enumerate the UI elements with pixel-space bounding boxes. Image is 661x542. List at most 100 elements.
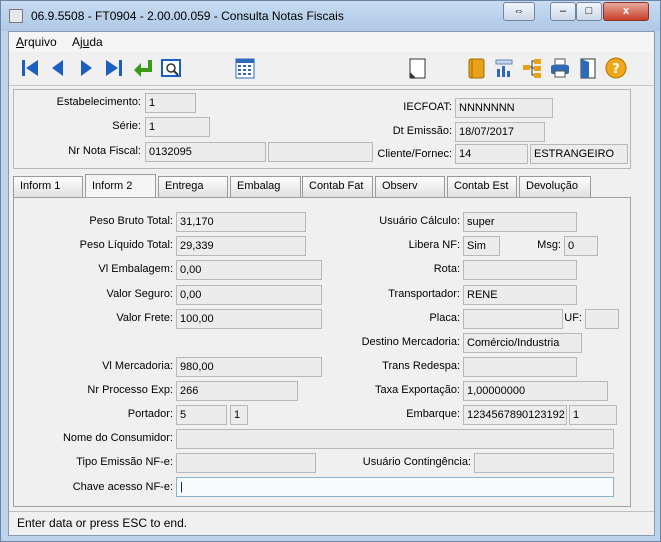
- destino-mercadoria-field[interactable]: Comércio/Industria: [463, 333, 582, 353]
- libera-nf-field[interactable]: Sim: [463, 236, 500, 256]
- cliente-code-field[interactable]: 14: [455, 144, 528, 164]
- portador-modalidade-field[interactable]: 1: [230, 405, 248, 425]
- embarque-seq-field[interactable]: 1: [569, 405, 617, 425]
- libera-nf-label: Libera NF:: [408, 239, 460, 251]
- nome-consumidor-label: Nome do Consumidor:: [62, 432, 173, 444]
- window-title: 06.9.5508 - FT0904 - 2.00.00.059 - Consu…: [31, 9, 344, 23]
- inform-2-panel: Peso Bruto Total: 31,170 Peso Líquido To…: [13, 197, 631, 507]
- nr-processo-exp-field[interactable]: 266: [176, 381, 298, 401]
- placa-field[interactable]: [463, 309, 563, 329]
- tab-contab-est[interactable]: Contab Est: [447, 176, 517, 197]
- peso-liquido-field[interactable]: 29,339: [176, 236, 306, 256]
- menu-arquivo[interactable]: Arquivo: [16, 35, 57, 49]
- vl-embalagem-field[interactable]: 0,00: [176, 260, 322, 280]
- valor-frete-label: Valor Frete:: [116, 312, 173, 324]
- next-record-icon[interactable]: [74, 56, 98, 80]
- exit-icon[interactable]: [576, 56, 600, 80]
- valor-seguro-field[interactable]: 0,00: [176, 285, 322, 305]
- restore-button[interactable]: ⇔: [503, 2, 535, 21]
- maximize-button[interactable]: □: [576, 2, 602, 21]
- tree-icon[interactable]: [520, 56, 544, 80]
- calendar-icon[interactable]: [233, 56, 257, 80]
- tab-entrega[interactable]: Entrega: [158, 176, 228, 197]
- cliente-fornec-label: Cliente/Fornec:: [377, 148, 452, 160]
- embarque-label: Embarque:: [406, 408, 460, 420]
- last-record-icon[interactable]: [102, 56, 126, 80]
- portador-field[interactable]: 5: [176, 405, 227, 425]
- chave-acesso-label: Chave acesso NF-e:: [72, 481, 173, 493]
- peso-bruto-label: Peso Bruto Total:: [89, 215, 173, 227]
- peso-bruto-field[interactable]: 31,170: [176, 212, 306, 232]
- tab-devolucao[interactable]: Devolução: [519, 176, 591, 197]
- tab-embalag[interactable]: Embalag: [230, 176, 301, 197]
- uf-label: UF:: [564, 312, 582, 324]
- vl-mercadoria-label: Vl Mercadoria:: [102, 360, 173, 372]
- go-to-icon[interactable]: [131, 56, 155, 80]
- taxa-exportacao-field[interactable]: 1,00000000: [463, 381, 608, 401]
- close-button[interactable]: x: [603, 2, 649, 21]
- tab-inform-2[interactable]: Inform 2: [85, 174, 156, 197]
- valor-frete-field[interactable]: 100,00: [176, 309, 322, 329]
- svg-text:?: ?: [612, 62, 620, 77]
- tab-observ[interactable]: Observ: [375, 176, 445, 197]
- chart-icon[interactable]: [492, 56, 516, 80]
- notes-icon[interactable]: [464, 56, 488, 80]
- menu-ajuda[interactable]: Ajuda: [72, 35, 103, 49]
- rota-field[interactable]: [463, 260, 577, 280]
- search-icon[interactable]: [159, 56, 183, 80]
- tab-contab-fat[interactable]: Contab Fat: [302, 176, 373, 197]
- status-bar: Enter data or press ESC to end.: [9, 511, 654, 535]
- uf-field[interactable]: [585, 309, 619, 329]
- rota-label: Rota:: [433, 263, 460, 275]
- tipo-emissao-field[interactable]: [176, 453, 316, 473]
- transportador-label: Transportador:: [388, 288, 460, 300]
- app-icon: [9, 9, 23, 23]
- nr-processo-exp-label: Nr Processo Exp:: [87, 384, 173, 396]
- title-bar: 06.9.5508 - FT0904 - 2.00.00.059 - Consu…: [1, 1, 660, 31]
- iecfoat-field[interactable]: NNNNNNN: [455, 98, 553, 118]
- help-icon[interactable]: ?: [604, 56, 628, 80]
- dt-emissao-field[interactable]: 18/07/2017: [455, 122, 545, 142]
- tab-inform-1[interactable]: Inform 1: [13, 176, 83, 197]
- msg-field[interactable]: 0: [564, 236, 598, 256]
- serie-field[interactable]: 1: [145, 117, 210, 137]
- destino-mercadoria-label: Destino Mercadoria:: [361, 336, 460, 348]
- nr-nota-fiscal-field[interactable]: 0132095: [145, 142, 266, 162]
- usuario-calculo-label: Usuário Cálculo:: [379, 215, 460, 227]
- vl-mercadoria-field[interactable]: 980,00: [176, 357, 322, 377]
- dt-emissao-label: Dt Emissão:: [392, 125, 452, 137]
- usuario-calculo-field[interactable]: super: [463, 212, 577, 232]
- first-record-icon[interactable]: [18, 56, 42, 80]
- previous-record-icon[interactable]: [46, 56, 70, 80]
- tipo-emissao-label: Tipo Emissão NF-e:: [76, 456, 173, 468]
- embarque-field[interactable]: 1234567890123192: [463, 405, 567, 425]
- cliente-name-field[interactable]: ESTRANGEIRO: [530, 144, 628, 164]
- valor-seguro-label: Valor Seguro:: [106, 288, 173, 300]
- nr-nota-fiscal-label: Nr Nota Fiscal:: [68, 145, 141, 157]
- header-panel: Estabelecimento: 1 Série: 1 Nr Nota Fisc…: [13, 89, 631, 169]
- usuario-contingencia-field[interactable]: [474, 453, 614, 473]
- trans-redespa-label: Trans Redespa:: [382, 360, 460, 372]
- establecimento-field[interactable]: 1: [145, 93, 196, 113]
- menu-bar: Arquivo Ajuda: [9, 32, 654, 52]
- print-icon[interactable]: [548, 56, 572, 80]
- taxa-exportacao-label: Taxa Exportação:: [375, 384, 460, 396]
- transportador-field[interactable]: RENE: [463, 285, 577, 305]
- chave-acesso-field[interactable]: |: [176, 477, 614, 497]
- new-document-icon[interactable]: [405, 56, 429, 80]
- menu-arquivo-label: rquivo: [24, 35, 57, 49]
- menu-ajuda-label: Aj: [72, 35, 83, 49]
- vl-embalagem-label: Vl Embalagem:: [98, 263, 173, 275]
- toolbar: ?: [9, 52, 654, 86]
- msg-label: Msg:: [537, 239, 561, 251]
- iecfoat-label: IECFOAT:: [403, 101, 452, 113]
- peso-liquido-label: Peso Líquido Total:: [79, 239, 173, 251]
- client-area: Arquivo Ajuda ? Estabelecimento: 1 Série…: [8, 31, 655, 536]
- nome-consumidor-field[interactable]: [176, 429, 614, 449]
- menu-arquivo-mnemonic: A: [16, 35, 25, 49]
- trans-redespa-field[interactable]: [463, 357, 577, 377]
- portador-label: Portador:: [127, 408, 173, 420]
- minimize-button[interactable]: –: [550, 2, 576, 21]
- usuario-contingencia-label: Usuário Contingência:: [362, 456, 471, 468]
- menu-ajuda-label-end: da: [89, 35, 103, 49]
